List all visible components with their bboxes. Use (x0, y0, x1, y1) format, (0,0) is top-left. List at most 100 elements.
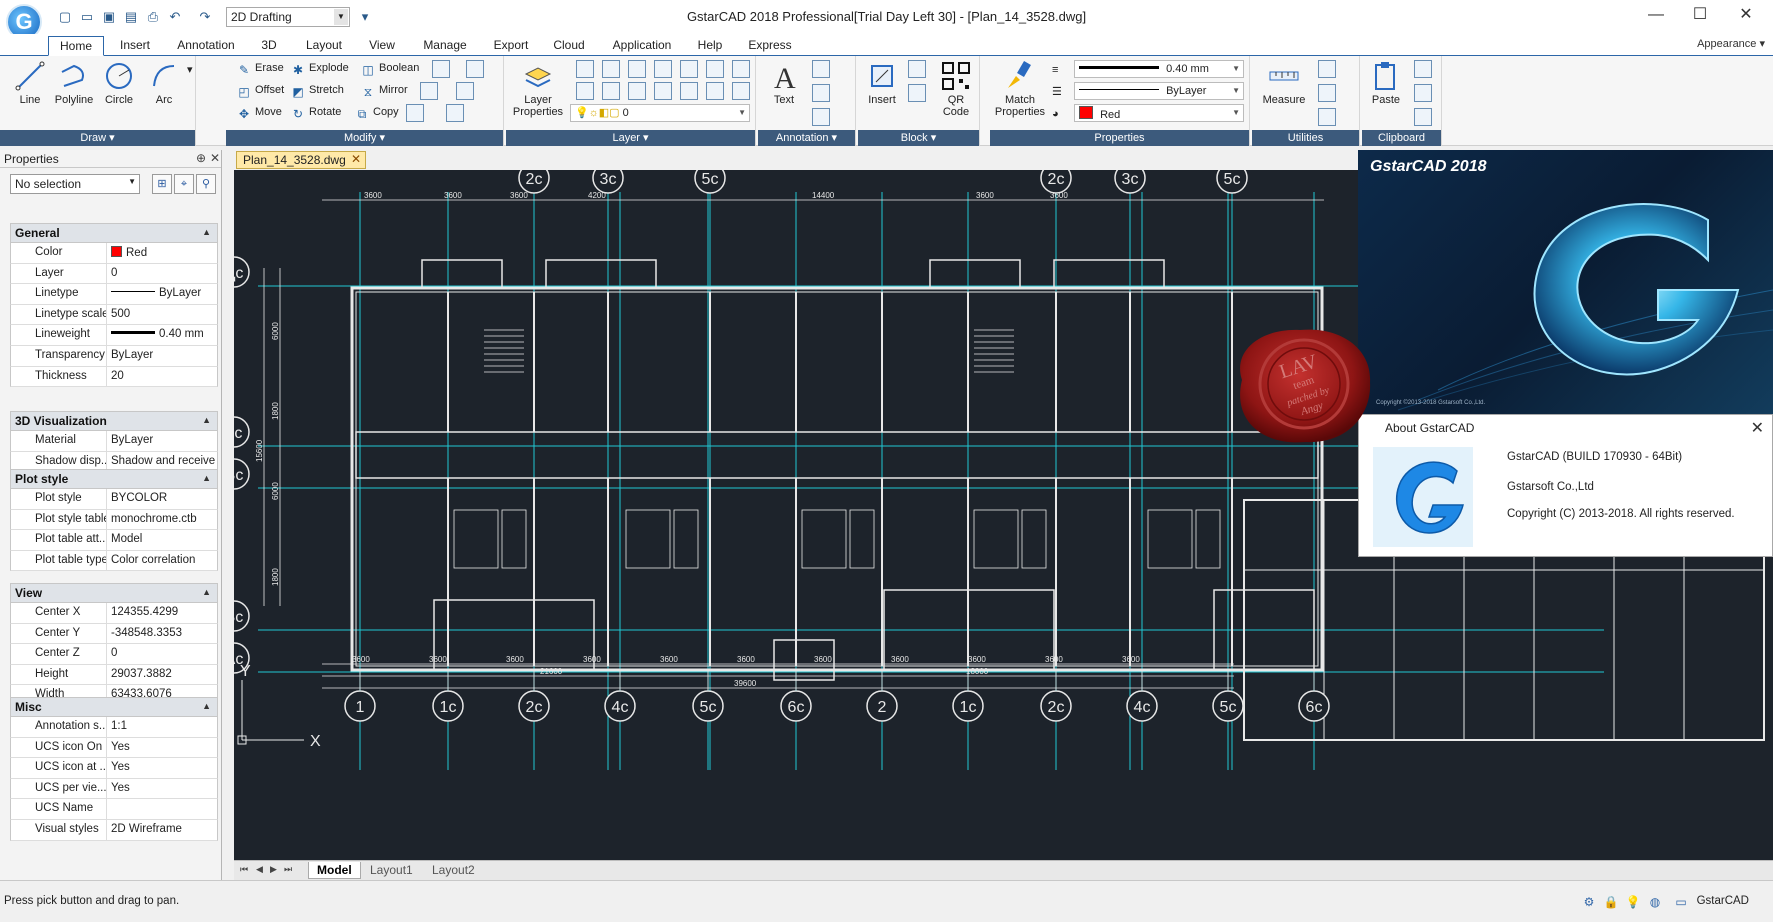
property-row[interactable]: Center X 124355.4299 (10, 603, 218, 624)
property-value[interactable]: monochrome.ctb (107, 510, 217, 530)
document-tab[interactable]: Plan_14_3528.dwg ✕ (236, 151, 366, 169)
property-row[interactable]: UCS Name (10, 799, 218, 820)
tab-export[interactable]: Export (486, 36, 536, 56)
id-point-icon[interactable] (1318, 60, 1336, 78)
section-header[interactable]: View ▲ (10, 583, 218, 603)
leader-icon[interactable] (812, 84, 830, 102)
property-value[interactable]: 29037.3882 (107, 665, 217, 685)
copy-tool[interactable]: ⧉ Copy (354, 102, 399, 122)
tab-layout2[interactable]: Layout2 (424, 862, 483, 879)
redo-icon[interactable]: ↷ (196, 8, 214, 26)
next-layout-icon[interactable]: ▶ (270, 864, 277, 875)
prev-layout-icon[interactable]: ◀ (256, 864, 263, 875)
property-row[interactable]: Linetype scale 500 (10, 304, 218, 326)
offset-tool[interactable]: ◰ Offset (236, 80, 284, 100)
property-row[interactable]: UCS icon at ... Yes (10, 758, 218, 779)
clipboard-panel-title[interactable]: Clipboard (1362, 130, 1441, 146)
paste-special-icon[interactable] (1414, 108, 1432, 126)
collapse-icon[interactable]: ▲ (202, 701, 211, 711)
property-value[interactable]: Yes (107, 738, 217, 758)
linetype-dropdown[interactable]: ByLayer ▼ (1074, 82, 1244, 100)
collapse-icon[interactable]: ▲ (202, 415, 211, 425)
property-value[interactable]: 124355.4299 (107, 603, 217, 623)
block-panel-title[interactable]: Block ▾ (858, 130, 979, 146)
property-row[interactable]: Annotation s... 1:1 (10, 717, 218, 738)
print-icon[interactable]: ⎙ (144, 8, 162, 26)
layer-tool-9-icon[interactable] (602, 82, 620, 100)
qr-code-tool[interactable]: QR Code (934, 60, 978, 118)
layer-tool-4-icon[interactable] (654, 60, 672, 78)
tab-application[interactable]: Application (604, 36, 680, 56)
appearance-menu[interactable]: Appearance ▾ (1697, 37, 1765, 50)
scissors-icon[interactable] (1414, 84, 1432, 102)
polyline-tool[interactable]: Polyline (52, 60, 96, 106)
tab-annotation[interactable]: Annotation (168, 36, 244, 56)
property-value[interactable]: Model (107, 530, 217, 550)
select-all-icon[interactable] (1318, 108, 1336, 126)
tab-cloud[interactable]: Cloud (546, 36, 592, 56)
property-row[interactable]: Height 29037.3882 (10, 664, 218, 686)
close-button[interactable]: ✕ (1726, 4, 1766, 28)
property-value[interactable]: ByLayer (107, 284, 217, 304)
tab-help[interactable]: Help (690, 36, 730, 56)
save-as-icon[interactable]: ▤ (122, 8, 140, 26)
quick-select-icon[interactable]: ⚲ (196, 174, 216, 194)
tab-model[interactable]: Model (308, 862, 361, 879)
close-icon[interactable]: ✕ (351, 152, 361, 166)
collapse-icon[interactable]: ▲ (202, 473, 211, 483)
layer-tool-13-icon[interactable] (706, 82, 724, 100)
property-row[interactable]: Lineweight 0.40 mm (10, 325, 218, 346)
toggle-pickadd-icon[interactable]: ⊞ (152, 174, 172, 194)
move-tool[interactable]: ✥ Move (236, 102, 282, 122)
erase-tool[interactable]: ✎ Erase (236, 58, 284, 78)
cleanscreen-icon[interactable]: ◍ (1646, 893, 1664, 911)
layer-tool-5-icon[interactable] (680, 60, 698, 78)
property-value[interactable] (107, 799, 217, 819)
insert-block-tool[interactable]: Insert (860, 60, 904, 106)
line-tool[interactable]: Line (8, 60, 52, 106)
tab-express[interactable]: Express (742, 36, 798, 56)
tab-layout[interactable]: Layout (296, 36, 352, 56)
layer-tool-2-icon[interactable] (602, 60, 620, 78)
property-value[interactable]: -348548.3353 (107, 624, 217, 644)
section-header[interactable]: 3D Visualization ▲ (10, 411, 218, 431)
layer-tool-11-icon[interactable] (654, 82, 672, 100)
arc-tool[interactable]: Arc (142, 60, 186, 106)
layer-tool-12-icon[interactable] (680, 82, 698, 100)
property-row[interactable]: UCS icon On Yes (10, 737, 218, 759)
tab-manage[interactable]: Manage (414, 36, 476, 56)
tab-view[interactable]: View (360, 36, 404, 56)
lock-icon[interactable]: 🔒 (1602, 893, 1620, 911)
property-value[interactable]: ByLayer (107, 346, 217, 366)
layer-panel-title[interactable]: Layer ▾ (506, 130, 755, 146)
match-properties-tool[interactable]: Match Properties (994, 60, 1046, 118)
layer-tool-6-icon[interactable] (706, 60, 724, 78)
property-row[interactable]: Center Y -348548.3353 (10, 623, 218, 645)
property-row[interactable]: Thickness 20 (10, 366, 218, 388)
new-icon[interactable]: ▢ (56, 8, 74, 26)
array-icon[interactable] (432, 60, 450, 78)
property-value[interactable]: 0 (107, 644, 217, 664)
stretch-tool[interactable]: ◩ Stretch (290, 80, 344, 100)
trim-icon[interactable] (456, 82, 474, 100)
property-value[interactable]: 0.40 mm (107, 325, 217, 345)
tab-layout1[interactable]: Layout1 (362, 862, 421, 879)
lightbulb-icon[interactable]: 💡 (1624, 893, 1642, 911)
maximize-button[interactable]: ☐ (1680, 4, 1720, 28)
first-layout-icon[interactable]: ⏮ (240, 864, 248, 875)
section-header[interactable]: Plot style ▲ (10, 469, 218, 489)
property-value[interactable]: Color correlation (107, 551, 217, 571)
properties-panel-title[interactable]: Properties (990, 130, 1249, 146)
customize-toolbar-button[interactable]: ▾ (356, 8, 374, 26)
property-row[interactable]: Transparency ByLayer (10, 345, 218, 367)
property-row[interactable]: Center Z 0 (10, 644, 218, 665)
explode-tool[interactable]: ✱ Explode (290, 58, 349, 78)
property-row[interactable]: Color Red (10, 243, 218, 264)
color-dropdown[interactable]: Red ▼ (1074, 104, 1244, 122)
property-value[interactable]: 0 (107, 264, 217, 284)
property-value[interactable]: Yes (107, 779, 217, 799)
mirror-tool[interactable]: ⧖ Mirror (360, 80, 408, 100)
minimize-button[interactable]: — (1636, 4, 1676, 28)
property-value[interactable]: 1:1 (107, 717, 217, 737)
edit-block-icon[interactable] (908, 84, 926, 102)
